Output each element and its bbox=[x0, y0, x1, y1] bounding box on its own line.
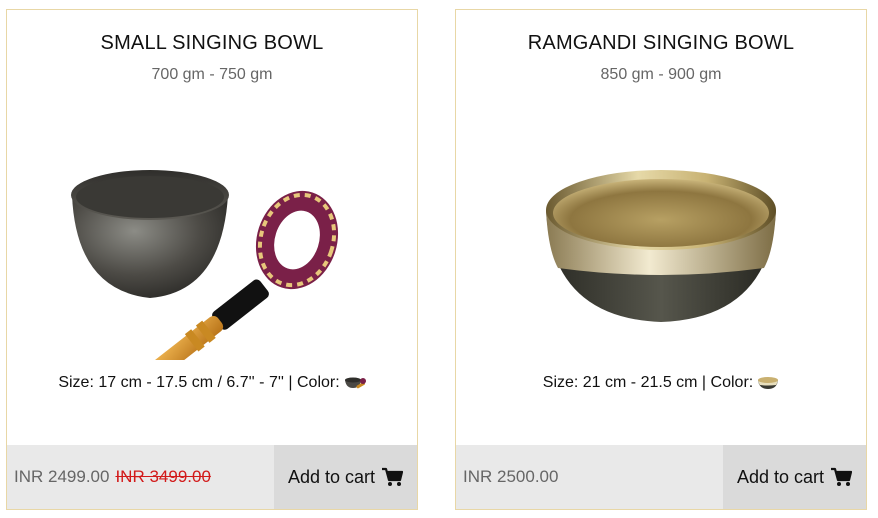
product-card-small-singing-bowl: SMALL SINGING BOWL 700 gm - 750 gm Size:… bbox=[6, 9, 418, 510]
product-title[interactable]: SMALL SINGING BOWL bbox=[7, 32, 417, 55]
add-to-cart-button[interactable]: Add to cart bbox=[723, 445, 866, 509]
product-size-text: Size: 17 cm - 17.5 cm / 6.7'' - 7'' | Co… bbox=[58, 374, 340, 391]
add-to-cart-label: Add to cart bbox=[287, 466, 376, 487]
golden-singing-bowl-image bbox=[546, 170, 776, 322]
golden-bowl-thumbnail-icon[interactable] bbox=[757, 375, 779, 391]
current-price: INR 2499.00 bbox=[14, 467, 110, 486]
price-box: INR 2499.00 INR 3499.00 bbox=[7, 445, 274, 509]
price-box: INR 2500.00 bbox=[456, 445, 723, 509]
product-weight: 700 gm - 750 gm bbox=[151, 66, 273, 83]
product-image[interactable] bbox=[456, 150, 866, 365]
original-price: INR 3499.00 bbox=[115, 467, 211, 486]
add-to-cart-button[interactable]: Add to cart bbox=[274, 445, 417, 509]
shopping-cart-icon bbox=[382, 467, 404, 486]
product-card-ramgandi-singing-bowl: RAMGANDI SINGING BOWL 850 gm - 900 gm Si… bbox=[455, 9, 867, 510]
shopping-cart-icon bbox=[831, 467, 853, 486]
product-size-text: Size: 21 cm - 21.5 cm | Color: bbox=[542, 374, 754, 391]
product-footer: INR 2500.00 Add to cart bbox=[456, 445, 866, 509]
product-weight: 850 gm - 900 gm bbox=[600, 66, 722, 83]
product-footer: INR 2499.00 INR 3499.00 Add to cart bbox=[7, 445, 417, 509]
add-to-cart-label: Add to cart bbox=[736, 466, 825, 487]
singing-bowl-image bbox=[71, 170, 339, 360]
product-size-color: Size: 21 cm - 21.5 cm | Color: bbox=[456, 374, 866, 392]
product-size-color: Size: 17 cm - 17.5 cm / 6.7'' - 7'' | Co… bbox=[7, 374, 417, 392]
product-title[interactable]: RAMGANDI SINGING BOWL bbox=[456, 32, 866, 55]
product-image[interactable] bbox=[7, 150, 417, 365]
current-price: INR 2500.00 bbox=[463, 467, 559, 486]
bowl-with-mallet-thumbnail-icon[interactable] bbox=[344, 375, 366, 391]
